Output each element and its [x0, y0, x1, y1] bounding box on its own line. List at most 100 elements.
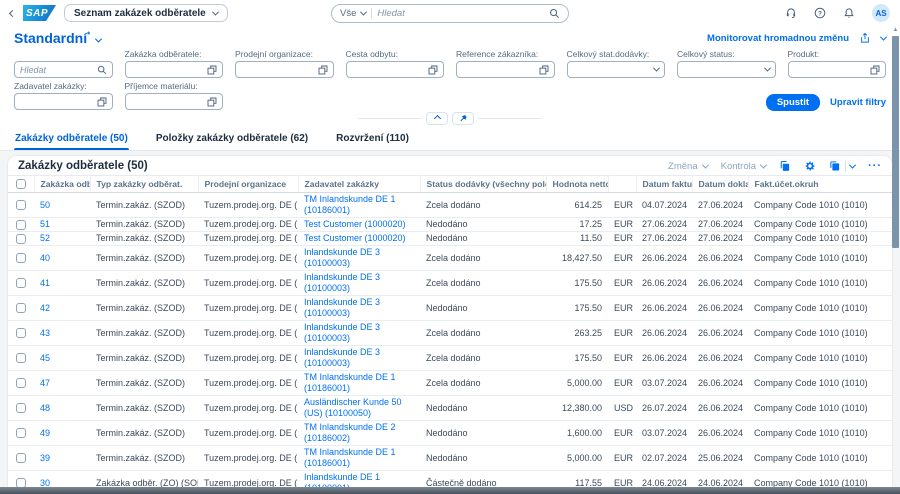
- table-row[interactable]: 42Termin.zakáz. (SZOD)Tuzem.prodej.org. …: [8, 296, 892, 321]
- table-row[interactable]: 50Termin.zakáz. (SZOD)Tuzem.prodej.org. …: [8, 193, 892, 218]
- column-header[interactable]: [608, 176, 636, 193]
- table-row[interactable]: 49Termin.zakáz. (SZOD)Tuzem.prodej.org. …: [8, 421, 892, 446]
- scroll-up-icon[interactable]: ▲: [892, 27, 899, 34]
- filter-field-input[interactable]: [125, 61, 224, 78]
- row-checkbox[interactable]: [16, 234, 26, 244]
- sales-order-link[interactable]: 40: [40, 253, 50, 263]
- column-header[interactable]: Zadavatel zakázky: [298, 176, 420, 193]
- variant-selector[interactable]: Standardní*: [14, 30, 101, 46]
- column-header[interactable]: Datum dokladu: [692, 176, 748, 193]
- search-icon[interactable]: [97, 65, 107, 75]
- sales-order-link[interactable]: 48: [40, 403, 50, 413]
- sales-order-link[interactable]: 39: [40, 453, 50, 463]
- search-icon[interactable]: [549, 8, 560, 19]
- filter-field-input[interactable]: [567, 61, 666, 78]
- row-checkbox[interactable]: [16, 428, 26, 438]
- filter-field-input[interactable]: [788, 61, 887, 78]
- sold-to-party-link[interactable]: Inlandskunde DE 3 (10100003): [304, 297, 380, 318]
- shell-search[interactable]: Vše Hledat: [331, 4, 569, 23]
- support-button[interactable]: [785, 7, 797, 19]
- overflow-menu-button[interactable]: ···: [868, 160, 882, 172]
- row-checkbox[interactable]: [16, 303, 26, 313]
- share-button[interactable]: [859, 32, 871, 44]
- app-title-menu[interactable]: Seznam zakázek odběratele: [64, 4, 228, 22]
- filter-field-input[interactable]: [677, 61, 776, 78]
- search-input[interactable]: Hledat: [377, 8, 544, 19]
- tab-sales-order-items[interactable]: Položky zakázky odběratele (62): [155, 130, 309, 150]
- header-expand-button[interactable]: [881, 36, 886, 41]
- help-button[interactable]: ?: [814, 7, 826, 19]
- check-menu-button[interactable]: Kontrola: [721, 161, 766, 172]
- column-header[interactable]: Status dodávky (všechny položky): [420, 176, 546, 193]
- notifications-button[interactable]: [843, 7, 855, 19]
- value-help-icon[interactable]: [207, 97, 217, 107]
- row-checkbox[interactable]: [16, 328, 26, 338]
- row-checkbox[interactable]: [16, 278, 26, 288]
- go-button[interactable]: Spustit: [766, 94, 820, 111]
- sold-to-party-link[interactable]: Inlandskunde DE 3 (10100003): [304, 322, 380, 343]
- sales-order-link[interactable]: 49: [40, 428, 50, 438]
- sold-to-party-link[interactable]: TM Inlandskunde DE 1 (10186001): [304, 372, 396, 393]
- sales-order-link[interactable]: 43: [40, 328, 50, 338]
- row-checkbox[interactable]: [16, 453, 26, 463]
- sold-to-party-link[interactable]: Ausländischer Kunde 50 (US) (10100050): [304, 397, 402, 418]
- pin-header-button[interactable]: [452, 112, 474, 125]
- table-row[interactable]: 51Termin.zakáz. (SZOD)Tuzem.prodej.org. …: [8, 218, 892, 232]
- row-checkbox[interactable]: [16, 403, 26, 413]
- tab-schedule-lines[interactable]: Rozvržení (110): [335, 130, 410, 150]
- settings-button[interactable]: [804, 160, 816, 172]
- sold-to-party-link[interactable]: TM Inlandskunde DE 1 (10186001): [304, 447, 396, 468]
- sold-to-party-link[interactable]: TM Inlandskunde DE 2 (10186002): [304, 422, 396, 443]
- scrollbar-thumb[interactable]: [892, 36, 899, 248]
- change-menu-button[interactable]: Změna: [668, 161, 708, 172]
- column-header[interactable]: Typ zakázky odběrat.: [90, 176, 198, 193]
- row-checkbox[interactable]: [16, 253, 26, 263]
- column-header[interactable]: Fakt.účet.okruh: [748, 176, 892, 193]
- table-row[interactable]: 41Termin.zakáz. (SZOD)Tuzem.prodej.org. …: [8, 271, 892, 296]
- collapse-header-button[interactable]: [426, 112, 448, 125]
- sales-order-link[interactable]: 30: [40, 478, 50, 488]
- row-checkbox[interactable]: [16, 220, 26, 230]
- sales-order-link[interactable]: 41: [40, 278, 50, 288]
- sold-to-party-link[interactable]: TM Inlandskunde DE 1 (10186001): [304, 194, 396, 215]
- filter-field-input[interactable]: [14, 93, 113, 110]
- sales-order-link[interactable]: 50: [40, 200, 50, 210]
- export-button[interactable]: [829, 160, 841, 172]
- value-help-icon[interactable]: [428, 65, 438, 75]
- table-row[interactable]: 43Termin.zakáz. (SZOD)Tuzem.prodej.org. …: [8, 321, 892, 346]
- filter-field-input[interactable]: [456, 61, 555, 78]
- column-header[interactable]: Hodnota netto: [546, 176, 608, 193]
- sold-to-party-link[interactable]: Inlandskunde DE 3 (10100003): [304, 272, 380, 293]
- avatar[interactable]: AS: [872, 4, 890, 22]
- table-row[interactable]: 48Termin.zakáz. (SZOD)Tuzem.prodej.org. …: [8, 396, 892, 421]
- value-help-icon[interactable]: [539, 65, 549, 75]
- select-all-checkbox[interactable]: [16, 179, 26, 189]
- value-help-icon[interactable]: [318, 65, 328, 75]
- row-checkbox[interactable]: [16, 378, 26, 388]
- vertical-scrollbar[interactable]: ▲: [891, 26, 900, 487]
- monitor-mass-change-link[interactable]: Monitorovat hromadnou změnu: [707, 33, 849, 44]
- basic-search-input[interactable]: Hledat: [14, 61, 113, 78]
- sales-order-link[interactable]: 51: [40, 219, 50, 229]
- column-header[interactable]: Datum faktury: [636, 176, 692, 193]
- table-row[interactable]: 40Termin.zakáz. (SZOD)Tuzem.prodej.org. …: [8, 246, 892, 271]
- adapt-filters-button[interactable]: Upravit filtry: [830, 97, 886, 108]
- sales-order-link[interactable]: 52: [40, 233, 50, 243]
- sold-to-party-link[interactable]: Inlandskunde DE 3 (10100003): [304, 247, 380, 268]
- table-row[interactable]: 45Termin.zakáz. (SZOD)Tuzem.prodej.org. …: [8, 346, 892, 371]
- sold-to-party-link[interactable]: Test Customer (1000020): [304, 233, 406, 243]
- value-help-icon[interactable]: [207, 65, 217, 75]
- filter-field-input[interactable]: [235, 61, 334, 78]
- value-help-icon[interactable]: [97, 97, 107, 107]
- sales-order-link[interactable]: 47: [40, 378, 50, 388]
- value-help-icon[interactable]: [870, 65, 880, 75]
- filter-field-input[interactable]: [125, 93, 224, 110]
- table-row[interactable]: 52Termin.zakáz. (SZOD)Tuzem.prodej.org. …: [8, 232, 892, 246]
- row-checkbox[interactable]: [16, 200, 26, 210]
- tab-sales-orders[interactable]: Zakázky odběratele (50): [14, 130, 129, 150]
- column-header[interactable]: Zakázka odběratele: [34, 176, 90, 193]
- row-checkbox[interactable]: [16, 353, 26, 363]
- table-row[interactable]: 39Termin.zakáz. (SZOD)Tuzem.prodej.org. …: [8, 446, 892, 471]
- sold-to-party-link[interactable]: Test Customer (1000020): [304, 219, 406, 229]
- column-header[interactable]: Prodejní organizace: [198, 176, 298, 193]
